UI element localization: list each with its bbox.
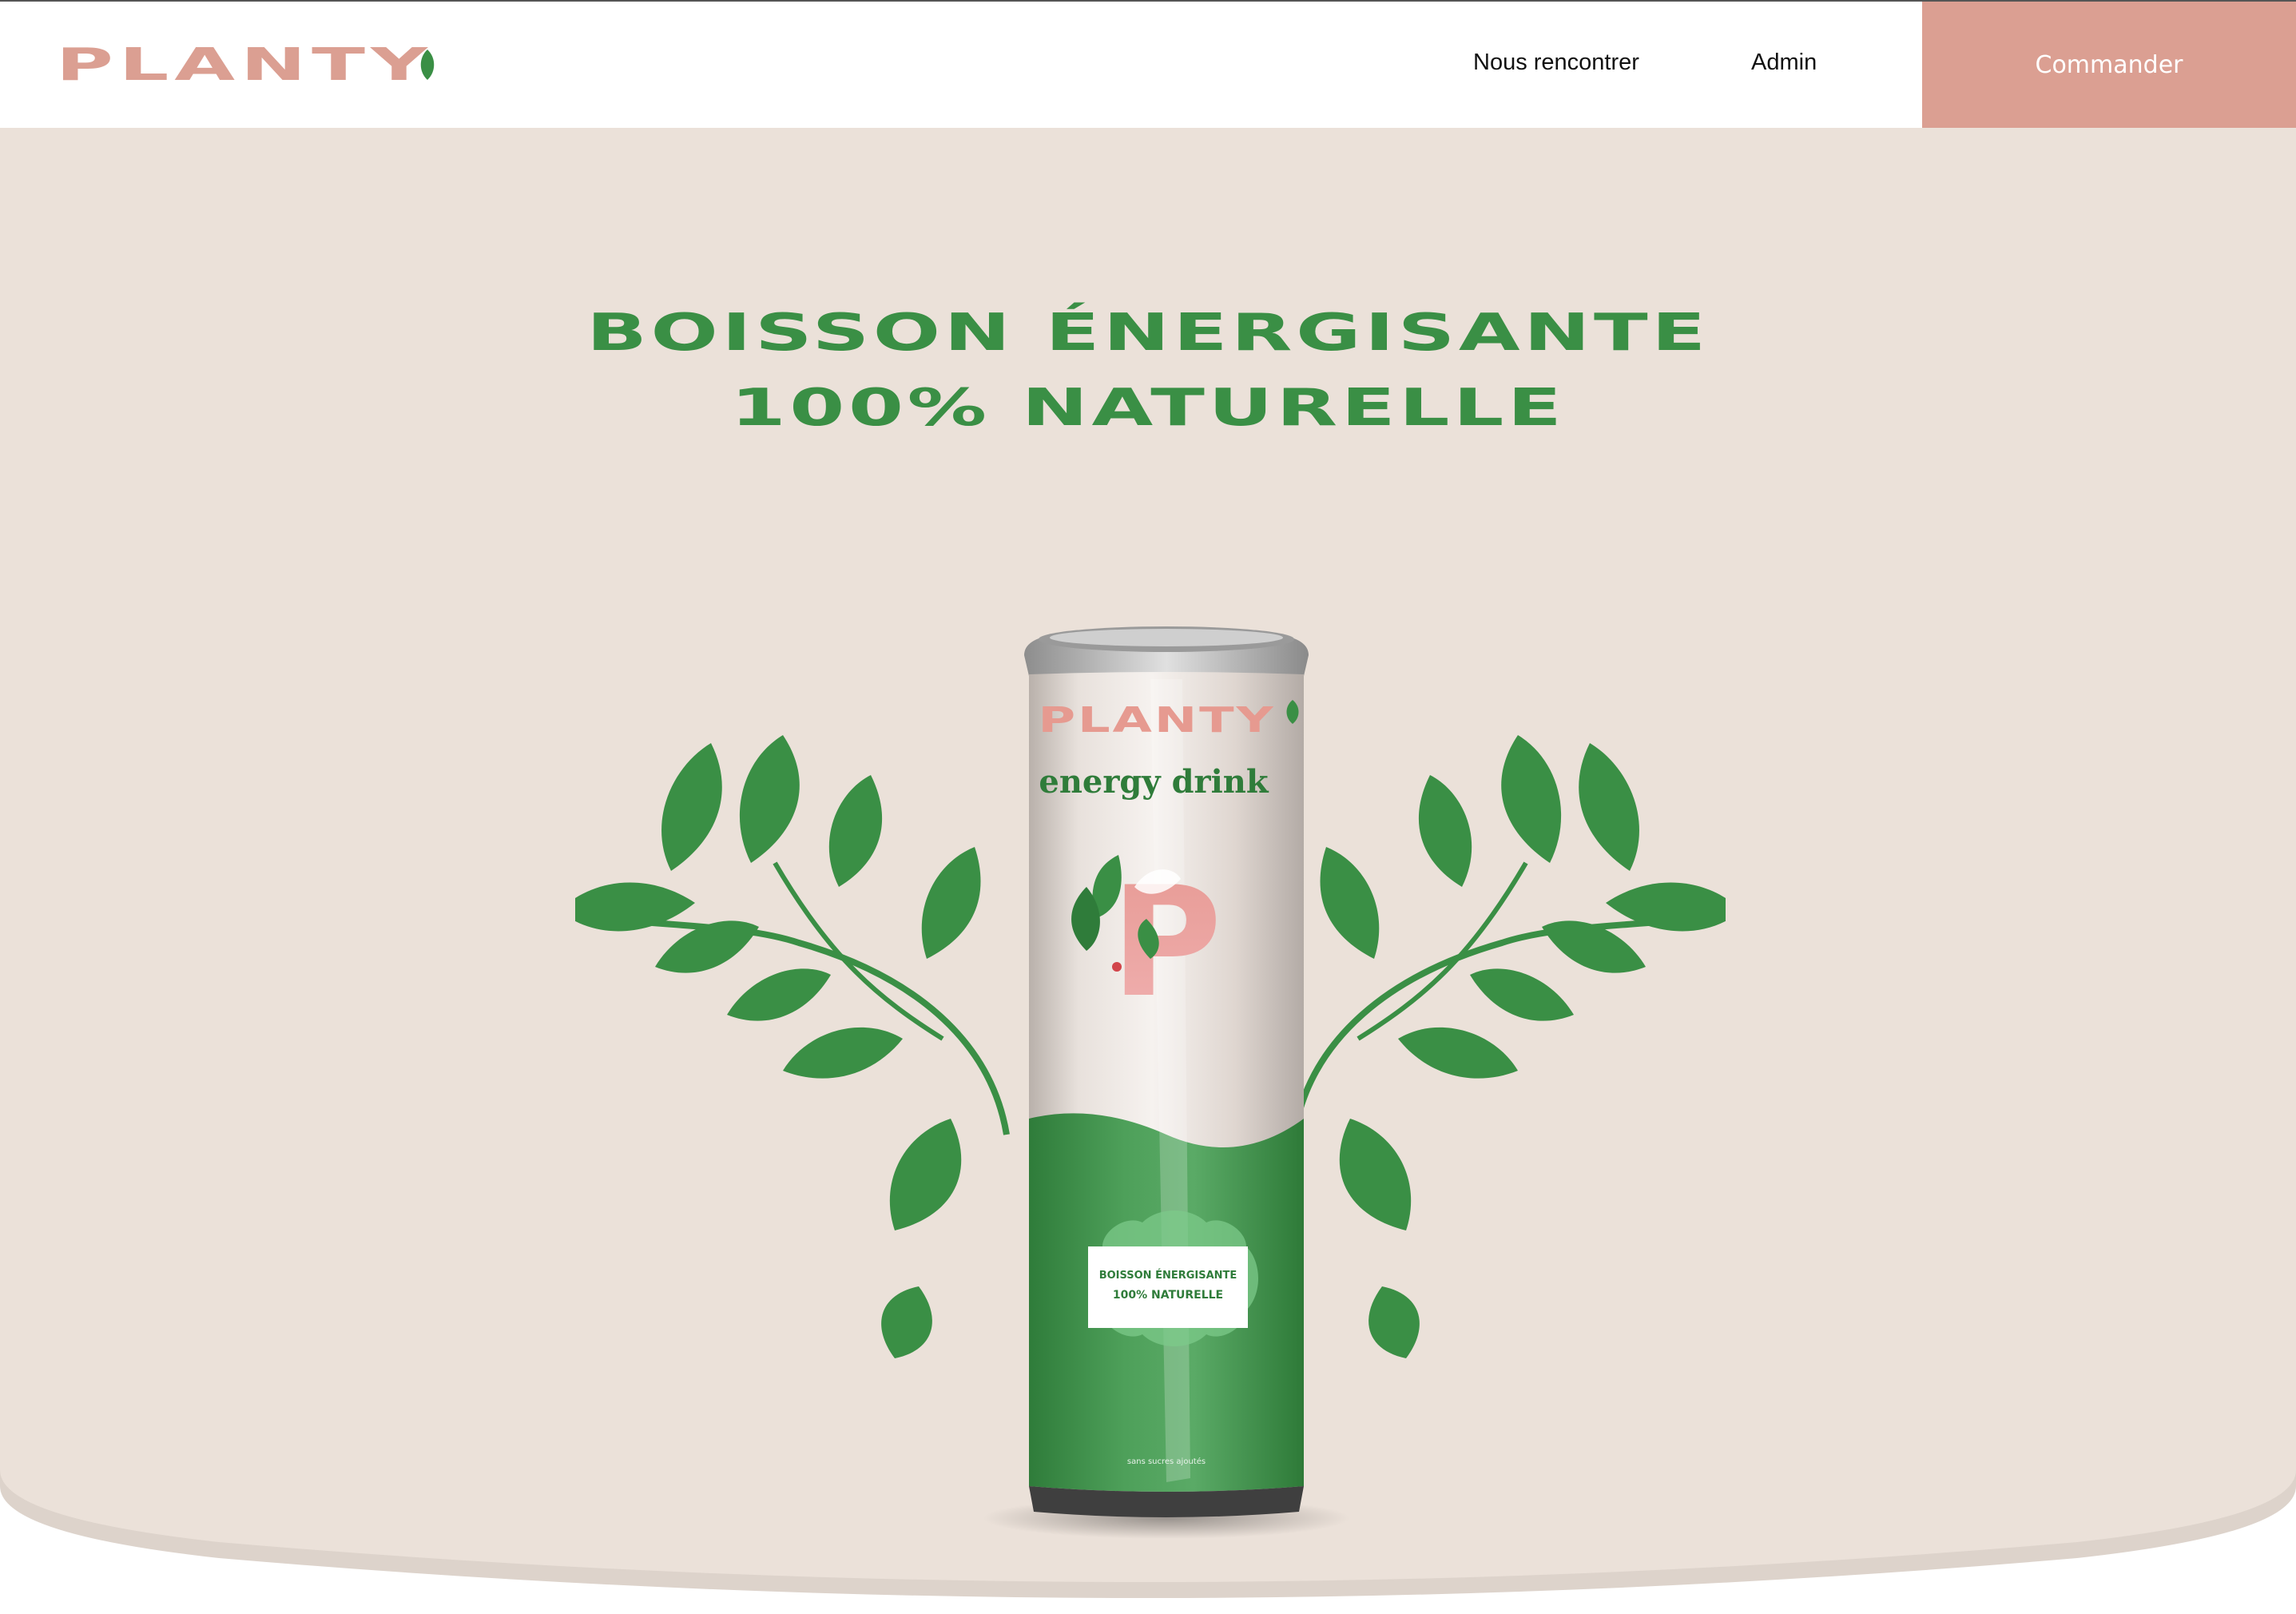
hero-section: BOISSON ÉNERGISANTE 100% NATURELLE PLANT… [0, 128, 2296, 1614]
nav-link-admin[interactable]: Admin [1751, 50, 1817, 76]
leaf-icon [420, 50, 435, 80]
can-brand-text: PLANTY [1038, 699, 1275, 740]
commander-button[interactable]: Commander [1922, 2, 2296, 128]
nav-link-nous-rencontrer[interactable]: Nous rencontrer [1473, 50, 1639, 76]
drink-can: PLANTY energy drink P BOISSON ÉNERGISANT… [1024, 626, 1309, 1517]
can-footnote: sans sucres ajoutés [1127, 1457, 1206, 1466]
can-label-line-2: 100% NATURELLE [1113, 1289, 1223, 1302]
can-label-line-1: BOISSON ÉNERGISANTE [1099, 1269, 1237, 1282]
right-branch [1291, 735, 1726, 1358]
can-label-badge: BOISSON ÉNERGISANTE 100% NATURELLE [1088, 1210, 1258, 1346]
can-subtitle-text: energy drink [1039, 763, 1269, 801]
hero-title-line-2: 100% NATURELLE [730, 379, 1566, 438]
product-can-illustration: PLANTY energy drink P BOISSON ÉNERGISANT… [575, 626, 1726, 1539]
hero-title-line-1: BOISSON ÉNERGISANTE [586, 304, 1710, 363]
brand-logo[interactable]: PLANTY [56, 34, 435, 97]
left-branch [575, 735, 1010, 1358]
hero-title: BOISSON ÉNERGISANTE 100% NATURELLE [0, 296, 2296, 446]
brand-logo-text: PLANTY [56, 39, 433, 91]
